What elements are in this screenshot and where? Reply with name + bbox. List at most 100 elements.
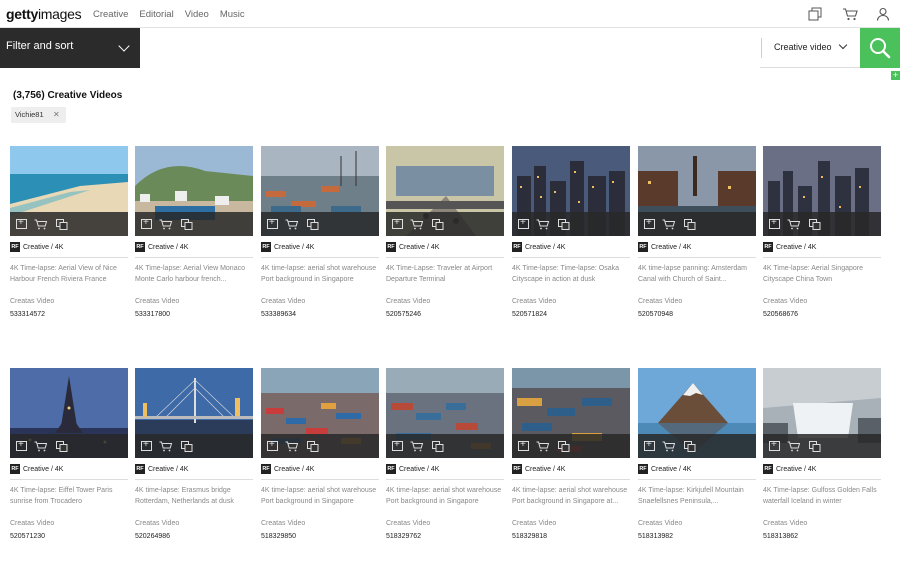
add-to-board-icon[interactable] [267, 217, 278, 229]
video-card[interactable]: RFCreative / 4K 4K Time-lapse: Gulfoss Go… [763, 368, 881, 540]
video-title[interactable]: 4K Time-lapse: Aerial View Monaco Monte … [135, 264, 253, 295]
video-thumbnail[interactable] [10, 146, 128, 236]
similar-icon[interactable] [181, 441, 193, 452]
similar-icon[interactable] [432, 441, 444, 452]
video-thumbnail[interactable] [386, 368, 504, 458]
add-to-board-icon[interactable] [141, 217, 152, 229]
add-to-board-icon[interactable] [644, 217, 655, 229]
nav-link-music[interactable]: Music [220, 9, 245, 20]
cart-icon[interactable] [285, 219, 299, 230]
cart-icon[interactable] [787, 219, 801, 230]
divider [135, 257, 253, 258]
video-card[interactable]: RFCreative / 4K 4K Time-lapse: Eiffel Tow… [10, 368, 128, 540]
video-card[interactable]: RFCreative / 4K 4K Time-lapse: Aerial Vie… [135, 146, 253, 318]
similar-icon[interactable] [809, 219, 821, 230]
add-to-board-icon[interactable] [16, 439, 27, 451]
video-thumbnail[interactable] [763, 368, 881, 458]
video-title[interactable]: 4K time-lapse: aerial shot warehouse Por… [261, 264, 379, 295]
similar-icon[interactable] [684, 219, 696, 230]
cart-icon[interactable] [159, 441, 173, 452]
add-to-board-icon[interactable] [16, 217, 27, 229]
cart-icon[interactable] [662, 219, 676, 230]
add-to-board-icon[interactable] [267, 439, 278, 451]
video-card[interactable]: RFCreative / 4K 4K Time-lapse: Aerial Sin… [763, 146, 881, 318]
video-title[interactable]: 4K Time-Lapse: Traveler at Airport Depar… [386, 264, 504, 295]
video-card[interactable]: RFCreative / 4K 4K time-lapse: aerial sho… [386, 368, 504, 540]
search-input[interactable] [140, 28, 760, 68]
logo[interactable]: gettyimages [6, 6, 82, 22]
video-title[interactable]: 4K Time-lapse: Eiffel Tower Paris sunris… [10, 486, 128, 517]
video-card[interactable]: RFCreative / 4K 4K Time-lapse: Time-lapse… [512, 146, 630, 318]
add-to-board-icon[interactable] [769, 217, 780, 229]
add-to-board-icon[interactable] [392, 439, 403, 451]
video-card[interactable]: RFCreative / 4K 4K time-lapse panning: Am… [638, 146, 756, 318]
similar-icon[interactable] [432, 219, 444, 230]
video-card[interactable]: RFCreative / 4K 4K Time-lapse: Aerial Vie… [10, 146, 128, 318]
cart-icon[interactable] [842, 7, 858, 21]
nav-link-editorial[interactable]: Editorial [139, 9, 173, 20]
video-thumbnail[interactable] [386, 146, 504, 236]
video-card[interactable]: RFCreative / 4K 4K time-lapse: aerial sho… [261, 146, 379, 318]
video-title[interactable]: 4K Time-lapse: Gulfoss Golden Falls wate… [763, 486, 881, 517]
similar-icon[interactable] [56, 219, 68, 230]
cart-icon[interactable] [34, 441, 48, 452]
video-card[interactable]: RFCreative / 4K 4K Time-lapse: Kirkjufell… [638, 368, 756, 540]
video-card[interactable]: RFCreative / 4K 4K Time-Lapse: Traveler a… [386, 146, 504, 318]
similar-icon[interactable] [307, 441, 319, 452]
video-thumbnail[interactable] [512, 146, 630, 236]
media-type-select[interactable]: Creative video [774, 40, 847, 52]
video-card[interactable]: RFCreative / 4K 4K time-lapse: aerial sho… [261, 368, 379, 540]
cart-icon[interactable] [536, 219, 550, 230]
similar-icon[interactable] [307, 219, 319, 230]
boards-icon[interactable] [808, 7, 824, 21]
cart-icon[interactable] [662, 441, 676, 452]
add-to-board-icon[interactable] [392, 217, 403, 229]
similar-icon[interactable] [684, 441, 696, 452]
nav-link-creative[interactable]: Creative [93, 9, 128, 20]
video-card[interactable]: RFCreative / 4K 4K time-lapse: aerial sho… [512, 368, 630, 540]
add-to-board-icon[interactable] [518, 439, 529, 451]
video-thumbnail[interactable] [135, 146, 253, 236]
video-thumbnail[interactable] [261, 146, 379, 236]
close-icon[interactable]: ✕ [53, 107, 60, 123]
video-title[interactable]: 4K time-lapse: aerial shot warehouse Por… [512, 486, 630, 517]
video-thumbnail[interactable] [512, 368, 630, 458]
cart-icon[interactable] [536, 441, 550, 452]
cart-icon[interactable] [34, 219, 48, 230]
cart-icon[interactable] [787, 441, 801, 452]
search-button[interactable] [860, 28, 900, 68]
similar-icon[interactable] [181, 219, 193, 230]
video-title[interactable]: 4K time-lapse panning: Amsterdam Canal w… [638, 264, 756, 295]
cart-icon[interactable] [159, 219, 173, 230]
video-thumbnail[interactable] [763, 146, 881, 236]
video-thumbnail[interactable] [638, 368, 756, 458]
add-to-board-icon[interactable] [769, 439, 780, 451]
filter-and-sort-button[interactable]: Filter and sort [0, 28, 140, 68]
video-card[interactable]: RFCreative / 4K 4K time-lapse: Erasmus br… [135, 368, 253, 540]
expand-plus-icon[interactable]: + [891, 71, 900, 80]
card-actions [763, 212, 881, 236]
video-title[interactable]: 4K Time-lapse: Aerial View of Nice Harbo… [10, 264, 128, 295]
video-title[interactable]: 4K Time-lapse: Aerial Singapore Cityscap… [763, 264, 881, 295]
similar-icon[interactable] [56, 441, 68, 452]
video-thumbnail[interactable] [638, 146, 756, 236]
add-to-board-icon[interactable] [644, 439, 655, 451]
similar-icon[interactable] [558, 441, 570, 452]
similar-icon[interactable] [809, 441, 821, 452]
add-to-board-icon[interactable] [518, 217, 529, 229]
video-thumbnail[interactable] [10, 368, 128, 458]
video-title[interactable]: 4K time-lapse: Erasmus bridge Rotterdam,… [135, 486, 253, 517]
video-title[interactable]: 4K time-lapse: aerial shot warehouse Por… [261, 486, 379, 517]
cart-icon[interactable] [410, 219, 424, 230]
add-to-board-icon[interactable] [141, 439, 152, 451]
account-icon[interactable] [876, 7, 892, 21]
video-title[interactable]: 4K time-lapse: aerial shot warehouse Por… [386, 486, 504, 517]
video-thumbnail[interactable] [261, 368, 379, 458]
cart-icon[interactable] [410, 441, 424, 452]
cart-icon[interactable] [285, 441, 299, 452]
video-title[interactable]: 4K Time-lapse: Kirkjufell Mountain Snaef… [638, 486, 756, 517]
nav-link-video[interactable]: Video [185, 9, 209, 20]
video-title[interactable]: 4K Time-lapse: Time-lapse: Osaka Citysca… [512, 264, 630, 295]
similar-icon[interactable] [558, 219, 570, 230]
video-thumbnail[interactable] [135, 368, 253, 458]
